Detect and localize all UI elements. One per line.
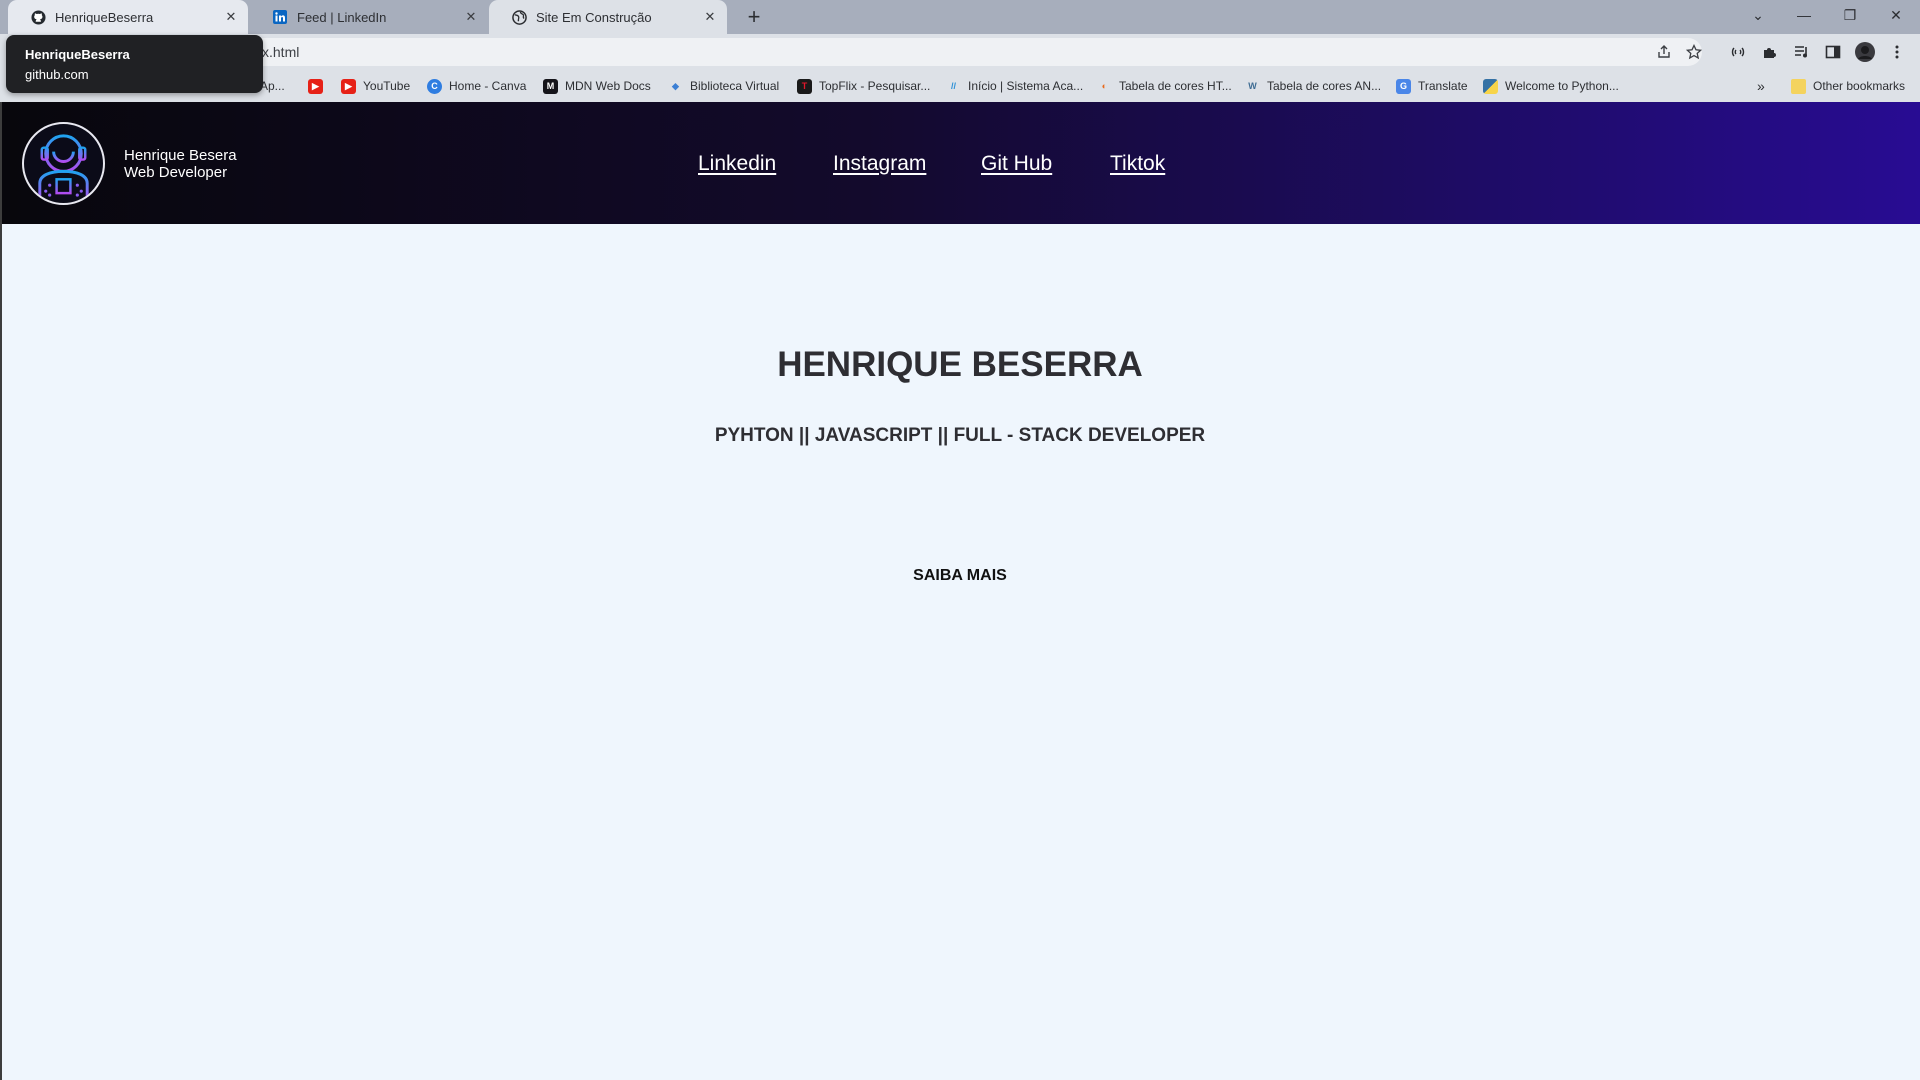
close-icon[interactable]: ✕ <box>222 8 240 26</box>
mdn-icon: M <box>543 78 558 94</box>
brand-text: Henrique Besera Web Developer <box>124 147 237 181</box>
bookmark-biblioteca-virtual[interactable]: ◆ Biblioteca Virtual <box>668 77 779 95</box>
tab-linkedin[interactable]: Feed | LinkedIn ✕ <box>250 0 488 34</box>
brand-name: Henrique Besera <box>124 147 237 164</box>
bookmark-translate[interactable]: G Translate <box>1396 77 1468 95</box>
nav-instagram[interactable]: Instagram <box>833 152 926 176</box>
browser-toolbar: x.html <box>0 34 1920 70</box>
new-tab-button[interactable]: + <box>740 4 768 30</box>
share-icon[interactable] <box>1655 43 1673 61</box>
tooltip-title: HenriqueBeserra <box>25 47 130 62</box>
more-bookmarks-label: » <box>1757 78 1765 94</box>
saiba-mais-button[interactable]: SAIBA MAIS <box>880 563 1040 589</box>
tab-title: Feed | LinkedIn <box>297 9 387 25</box>
bookmark-tabela-ht[interactable]: ◐ Tabela de cores HT... <box>1097 77 1232 95</box>
linkedin-icon <box>272 9 288 25</box>
hero-subtitle: PYHTON || JAVASCRIPT || FULL - STACK DEV… <box>714 425 1206 446</box>
address-bar[interactable]: x.html <box>132 38 1702 66</box>
sistema-icon: // <box>950 81 956 91</box>
bookmark-label: MDN Web Docs <box>565 79 651 93</box>
nav-github[interactable]: Git Hub <box>981 152 1052 176</box>
brand-role: Web Developer <box>124 164 228 181</box>
python-icon <box>1483 78 1498 94</box>
hero-title: HENRIQUE BESERRA <box>777 345 1143 384</box>
menu-icon[interactable] <box>1887 42 1907 62</box>
side-panel-icon[interactable] <box>1823 42 1843 62</box>
bookmark-topflix[interactable]: T TopFlix - Pesquisar... <box>797 77 930 95</box>
bookmark-python[interactable]: Welcome to Python... <box>1483 77 1619 95</box>
tab-hover-tooltip: HenriqueBeserra github.com <box>6 35 263 93</box>
media-queue-icon[interactable] <box>1792 42 1812 62</box>
tab-strip: HenriqueBeserra ✕ Feed | LinkedIn ✕ Site… <box>0 0 1920 34</box>
star-icon[interactable] <box>1685 43 1703 61</box>
extensions-icon[interactable] <box>1760 42 1780 62</box>
other-bookmarks-label: Other bookmarks <box>1813 79 1906 93</box>
youtube-icon: ▶ <box>341 78 356 94</box>
folder-icon <box>1791 78 1806 94</box>
cast-icon[interactable] <box>1728 42 1748 62</box>
nav-tiktok[interactable]: Tiktok <box>1110 152 1165 176</box>
bookmark-label: Início | Sistema Aca... <box>968 79 1084 93</box>
bookmark-youtube-icon-only[interactable]: ▶ <box>308 77 330 95</box>
nav-linkedin[interactable]: Linkedin <box>698 152 776 176</box>
tab-title: HenriqueBeserra <box>55 9 154 25</box>
youtube-icon: ▶ <box>308 78 323 94</box>
profile-avatar[interactable] <box>1855 42 1875 62</box>
bookmark-label: Translate <box>1418 79 1468 93</box>
more-bookmarks-button[interactable]: » <box>1757 77 1765 95</box>
restore-button[interactable]: ❐ <box>1827 0 1873 30</box>
tooltip-subtitle: github.com <box>25 67 89 82</box>
astronaut-logo-icon[interactable] <box>22 122 105 205</box>
minimize-button[interactable]: — <box>1781 0 1827 30</box>
close-icon[interactable]: ✕ <box>701 8 719 26</box>
biblioteca-icon: ◆ <box>672 80 679 91</box>
window-edge <box>0 102 2 1080</box>
topflix-icon: T <box>797 78 812 94</box>
bookmark-label: Ap... <box>260 79 285 93</box>
bookmark-canva[interactable]: C Home - Canva <box>427 77 526 95</box>
close-window-button[interactable]: ✕ <box>1873 0 1919 30</box>
bookmark-label: YouTube <box>363 79 411 93</box>
bookmark-tabela-an[interactable]: W Tabela de cores AN... <box>1245 77 1381 95</box>
wordpress-icon: W <box>1248 81 1257 91</box>
bookmarks-bar: Ap... ▶ ▶ YouTube C Home - Canva M MDN W… <box>0 70 1920 102</box>
tab-search-icon[interactable]: ⌄ <box>1735 0 1781 30</box>
tab-github[interactable]: HenriqueBeserra ✕ <box>8 0 248 34</box>
close-icon[interactable]: ✕ <box>462 8 480 26</box>
tab-site-em-construcao[interactable]: Site Em Construção ✕ <box>489 0 727 34</box>
site-header: Henrique Besera Web Developer Linkedin I… <box>2 102 1920 224</box>
bookmark-label: Biblioteca Virtual <box>690 79 780 93</box>
canva-icon: C <box>427 78 442 94</box>
bookmark-mdn[interactable]: M MDN Web Docs <box>543 77 651 95</box>
bookmark-apps[interactable]: Ap... <box>260 77 285 95</box>
bookmark-label: TopFlix - Pesquisar... <box>819 79 931 93</box>
globe-icon <box>511 9 527 25</box>
bookmark-youtube[interactable]: ▶ YouTube <box>341 77 410 95</box>
github-icon <box>30 9 46 25</box>
bookmark-sistema[interactable]: // Início | Sistema Aca... <box>946 77 1083 95</box>
address-url: x.html <box>262 44 300 60</box>
bookmark-label: Tabela de cores AN... <box>1267 79 1382 93</box>
other-bookmarks-folder[interactable]: Other bookmarks <box>1791 77 1905 95</box>
tab-title: Site Em Construção <box>536 9 652 25</box>
bookmark-label: Home - Canva <box>449 79 527 93</box>
bookmark-label: Tabela de cores HT... <box>1119 79 1232 93</box>
bookmark-label: Welcome to Python... <box>1505 79 1619 93</box>
colors-icon: ◐ <box>1101 81 1108 91</box>
translate-icon: G <box>1396 78 1411 94</box>
